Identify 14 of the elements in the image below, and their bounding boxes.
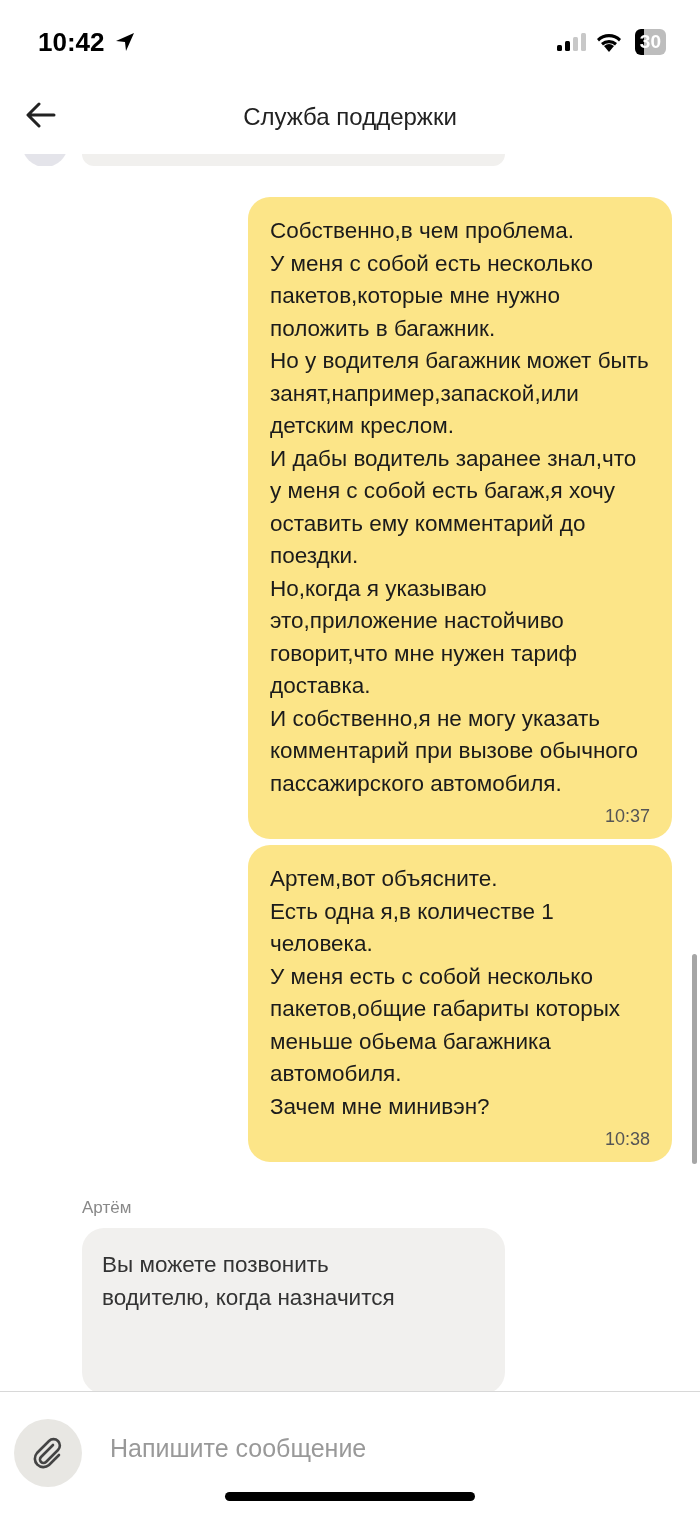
message-time: 10:38 <box>603 1129 650 1150</box>
scrollbar[interactable] <box>692 954 697 1164</box>
status-time: 10:42 <box>38 26 105 58</box>
message-time: 10:37 <box>603 806 650 827</box>
location-arrow-icon <box>114 32 135 52</box>
message-text: Вы можете позвонить водителю, когда назначится <box>102 1251 396 1312</box>
message-text: Артем,вот объясните. Есть одна я,в количестве 1 человека. У меня есть с собой несколько пакетов,общие габариты которых меньше обьема багажника автомобиля. Зачем мне минивэн? <box>270 865 622 1121</box>
wifi-icon <box>594 32 623 52</box>
chat-title: Служба поддержки <box>243 103 457 131</box>
sender-name: Артём <box>82 1198 133 1218</box>
back-arrow-icon[interactable] <box>26 102 56 128</box>
message-text: Собственно,в чем проблема. У меня с собой есть несколько пакетов,которые мне нужно положить в багажник. Но у водителя багажник может быть занят,например,запаской,или детским креслом. И дабы водитель заранее знал,что у меня с собой есть багаж,я хочу оставить ему комментарий до поездки. Но,когда я указываю это,приложение настойчиво говорит,что мне нужен тариф доставка. И собственно,я не могу указать комментарий при вызове обычного пассажирского автомобиля. <box>270 217 650 798</box>
message-input[interactable]: Напишите сообщение <box>108 1433 632 1464</box>
signal-icon <box>556 33 587 51</box>
